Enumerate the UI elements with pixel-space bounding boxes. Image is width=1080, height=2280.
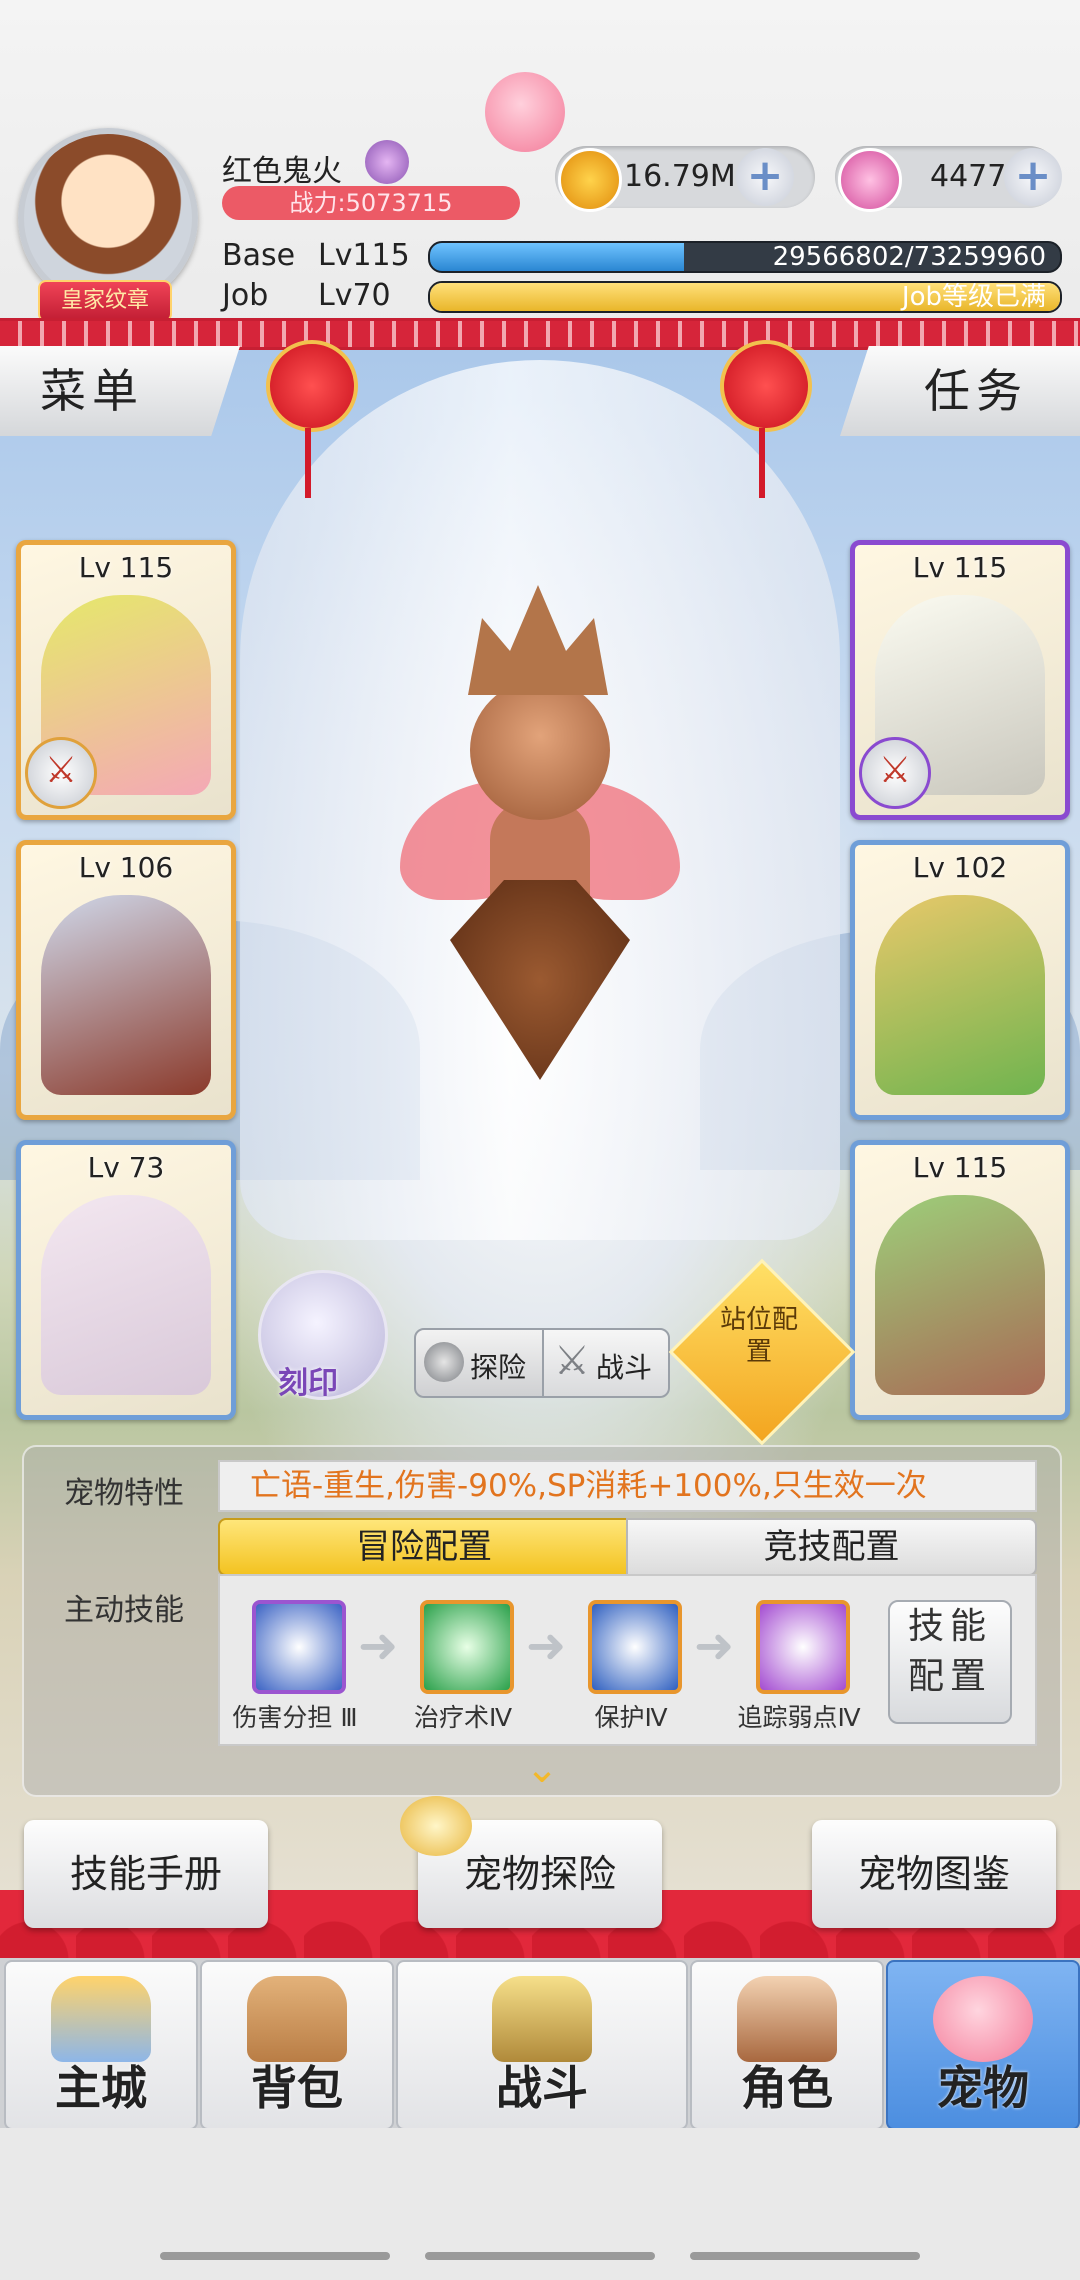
lantern-left-icon <box>266 340 358 432</box>
base-exp-text: 29566802/73259960 <box>772 242 1046 272</box>
card-art <box>875 1195 1045 1395</box>
chevron-down-icon[interactable]: ⌄ <box>512 1746 572 1792</box>
card-level: Lv 102 <box>912 851 1008 884</box>
skill-name: 治疗术Ⅳ <box>413 1703 513 1732</box>
card-art <box>41 1195 211 1395</box>
active-skill-label: 主动技能 <box>64 1593 184 1628</box>
nav-pill-center[interactable] <box>425 2252 655 2260</box>
nav-battle[interactable]: 战斗 <box>396 1960 688 2130</box>
poring-icon <box>933 1976 1033 2062</box>
sword-icon: ⚔ <box>25 737 97 809</box>
base-exp-fill <box>430 243 685 271</box>
card-level: Lv 106 <box>78 851 174 884</box>
sword-icon: ⚔ <box>554 1338 590 1384</box>
gem-icon <box>838 148 902 212</box>
combat-power: 战力:5073715 <box>222 186 520 220</box>
arrow-right-icon: ➜ <box>358 1618 399 1674</box>
nav-pill-left[interactable] <box>160 2252 390 2260</box>
pet-card-right-2[interactable]: Lv 102 <box>850 840 1070 1120</box>
base-exp-bar: 29566802/73259960 <box>428 241 1062 273</box>
pet-head[interactable] <box>470 680 610 820</box>
zeny-coin-icon <box>558 148 622 212</box>
skill-manual-button[interactable]: 技能手册 <box>24 1820 268 1928</box>
trait-text: 亡语-重生,伤害-90%,SP消耗+100%,只生效一次 <box>218 1460 1037 1512</box>
heal-icon[interactable] <box>420 1600 514 1694</box>
job-level: Lv70 <box>318 278 391 313</box>
skill-name: 伤害分担 Ⅲ <box>232 1703 358 1732</box>
avatar-badge: 皇家纹章 <box>38 280 172 322</box>
nav-city[interactable]: 主城 <box>4 1960 198 2130</box>
poring-mascot-icon[interactable] <box>485 72 565 152</box>
fight-label: 战斗 <box>596 1351 653 1384</box>
track-weakness-icon[interactable] <box>756 1600 850 1694</box>
skill-config-button[interactable]: 技能配置 <box>888 1600 1012 1724</box>
nav-label: 宠物 <box>937 2061 1029 2115</box>
job-label: Job <box>222 278 269 313</box>
skill-name: 追踪弱点Ⅳ <box>737 1703 861 1732</box>
nav-pill-right[interactable] <box>690 2252 920 2260</box>
quest-button[interactable]: 任务 <box>840 346 1080 436</box>
sword-icon: ⚔ <box>859 737 931 809</box>
arrow-right-icon: ➜ <box>526 1618 567 1674</box>
job-exp-bar: Job等级已满 <box>428 281 1062 313</box>
helmet-icon <box>424 1342 464 1382</box>
explore-label: 探险 <box>470 1351 527 1384</box>
skill-name: 保护Ⅳ <box>594 1703 668 1732</box>
add-gem-button[interactable]: + <box>1004 148 1062 206</box>
nav-bag[interactable]: 背包 <box>200 1960 394 2130</box>
card-level: Lv 115 <box>912 1151 1008 1184</box>
vip-gem-icon[interactable] <box>365 140 409 184</box>
trait-label: 宠物特性 <box>64 1476 184 1511</box>
festive-border <box>0 318 1080 350</box>
pet-card-right-3[interactable]: Lv 115 <box>850 1140 1070 1420</box>
seal-label[interactable]: 刻印 <box>278 1358 338 1402</box>
castle-icon <box>51 1976 151 2062</box>
backpack-icon <box>247 1976 347 2062</box>
tab-arena-config[interactable]: 竞技配置 <box>626 1518 1037 1576</box>
winged-helmet-icon <box>400 1796 472 1856</box>
nav-label: 角色 <box>741 2061 833 2115</box>
formation-label[interactable]: 站位配置 <box>714 1304 804 1368</box>
pet-card-left-2[interactable]: Lv 106 <box>16 840 236 1120</box>
card-art <box>875 895 1045 1095</box>
card-level: Lv 115 <box>912 551 1008 584</box>
tab-adventure-config[interactable]: 冒险配置 <box>218 1518 630 1576</box>
add-zeny-button[interactable]: + <box>736 148 794 206</box>
crossed-swords-icon <box>492 1976 592 2062</box>
pet-card-left-3[interactable]: Lv 73 <box>16 1140 236 1420</box>
lantern-left-tassel <box>305 428 311 498</box>
nav-label: 背包 <box>251 2061 343 2115</box>
job-exp-text: Job等级已满 <box>901 282 1046 312</box>
pet-card-right-1[interactable]: Lv 115 ⚔ <box>850 540 1070 820</box>
player-name: 红色鬼火 <box>222 154 342 189</box>
nav-pet[interactable]: 宠物 <box>886 1960 1080 2130</box>
nav-label: 主城 <box>55 2061 147 2115</box>
nav-label: 战斗 <box>496 2061 588 2115</box>
zeny-amount: 16.79M <box>624 159 736 194</box>
card-art <box>41 895 211 1095</box>
gem-amount: 4477 <box>930 159 1007 194</box>
base-level: Lv115 <box>318 238 410 273</box>
shield-share-icon[interactable] <box>252 1600 346 1694</box>
pet-card-left-1[interactable]: Lv 115 ⚔ <box>16 540 236 820</box>
card-level: Lv 115 <box>78 551 174 584</box>
lantern-right-tassel <box>759 428 765 498</box>
explore-tab[interactable]: 探险 <box>414 1328 546 1398</box>
nav-character[interactable]: 角色 <box>690 1960 884 2130</box>
menu-button[interactable]: 菜单 <box>0 346 240 436</box>
lantern-right-icon <box>720 340 812 432</box>
character-portrait-icon <box>737 1976 837 2062</box>
base-label: Base <box>222 238 296 273</box>
protect-icon[interactable] <box>588 1600 682 1694</box>
card-level: Lv 73 <box>87 1151 165 1184</box>
arrow-right-icon: ➜ <box>694 1618 735 1674</box>
fight-tab[interactable]: ⚔ 战斗 <box>542 1328 670 1398</box>
pet-encyclopedia-button[interactable]: 宠物图鉴 <box>812 1820 1056 1928</box>
